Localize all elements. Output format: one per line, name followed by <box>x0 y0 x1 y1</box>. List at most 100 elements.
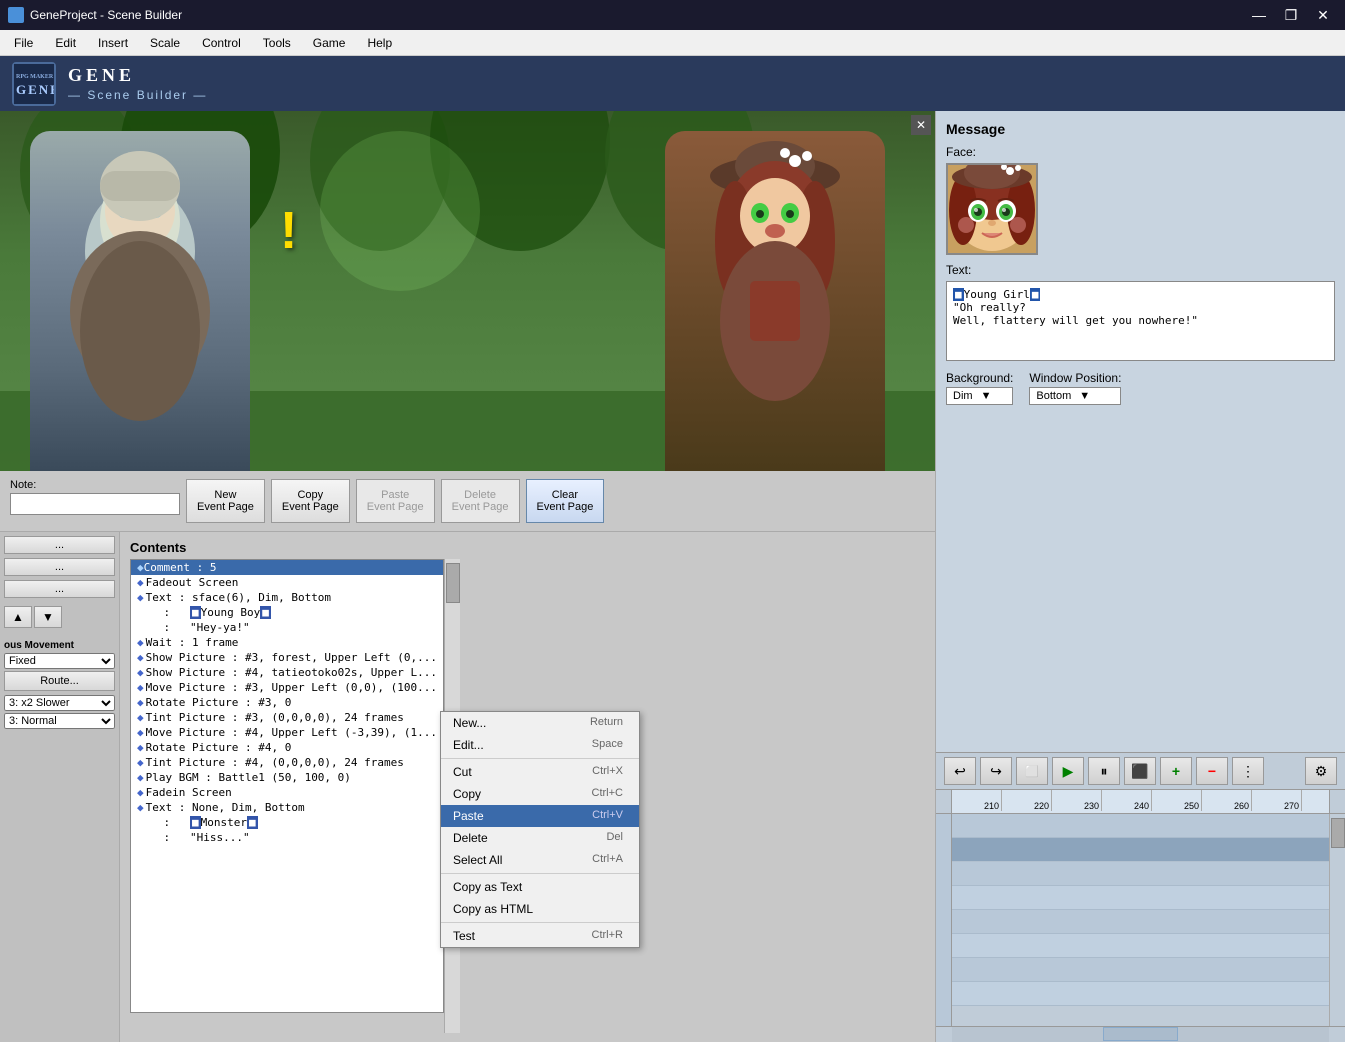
paste-event-page-button[interactable]: Paste Event Page <box>356 479 435 523</box>
note-input[interactable] <box>10 493 180 515</box>
preview-area: ! <box>0 111 935 471</box>
ctx-separator-1 <box>441 758 639 759</box>
close-button[interactable]: ✕ <box>1309 5 1337 25</box>
undo-button[interactable]: ↩ <box>944 757 976 785</box>
svg-text:GENE: GENE <box>16 82 54 97</box>
menu-control[interactable]: Control <box>192 33 251 53</box>
text-label: Text: <box>946 263 1335 277</box>
list-item[interactable]: : ■Monster■ <box>131 815 443 830</box>
message-title: Message <box>946 121 1335 137</box>
stop-button[interactable]: ⬛ <box>1124 757 1156 785</box>
pause-button[interactable]: ⏸ <box>1088 757 1120 785</box>
list-item[interactable]: ◆Move Picture : #3, Upper Left (0,0), (1… <box>131 680 443 695</box>
list-item[interactable]: ◆Show Picture : #3, forest, Upper Left (… <box>131 650 443 665</box>
ruler-mark: 220 <box>1002 790 1052 811</box>
remove-track-button[interactable]: − <box>1196 757 1228 785</box>
list-item[interactable]: ◆Rotate Picture : #3, 0 <box>131 695 443 710</box>
list-item[interactable]: : "Hey-ya!" <box>131 620 443 635</box>
more-button[interactable]: ⋮ <box>1232 757 1264 785</box>
ruler-mark: 260 <box>1202 790 1252 811</box>
background-value: Dim <box>953 390 973 402</box>
menu-insert[interactable]: Insert <box>88 33 138 53</box>
text-content: ■Young Girl■ "Oh really? Well, flattery … <box>946 281 1335 361</box>
list-item[interactable]: ◆Rotate Picture : #4, 0 <box>131 740 443 755</box>
window-position-select[interactable]: Bottom ▼ <box>1029 387 1121 405</box>
list-item[interactable]: ◆Tint Picture : #4, (0,0,0,0), 24 frames <box>131 755 443 770</box>
note-label: Note: <box>10 479 180 491</box>
timeline-track <box>952 814 1329 838</box>
ruler-scrollbar-corner <box>1329 790 1345 814</box>
timeline-settings-button[interactable]: ⚙ <box>1305 757 1337 785</box>
new-event-page-button[interactable]: New Event Page <box>186 479 265 523</box>
arrow-down-button[interactable]: ▼ <box>34 606 62 628</box>
timeline-track <box>952 934 1329 958</box>
timeline-ruler-area: 210 220 230 240 250 260 270 280 290 300 … <box>936 790 1345 814</box>
ctx-new[interactable]: New... Return <box>441 712 639 734</box>
contents-list[interactable]: ◆Comment : 5 ◆Fadeout Screen ◆Text : sfa… <box>130 559 444 1013</box>
background-select[interactable]: Dim ▼ <box>946 387 1013 405</box>
ctx-delete[interactable]: Delete Del <box>441 827 639 849</box>
ellipsis-btn-3[interactable]: ... <box>4 580 115 598</box>
ctx-select-all[interactable]: Select All Ctrl+A <box>441 849 639 871</box>
app-icon <box>8 7 24 23</box>
timeline-scrollbar-thumb <box>1331 818 1345 848</box>
menu-game[interactable]: Game <box>303 33 356 53</box>
list-item[interactable]: ◆Play BGM : Battle1 (50, 100, 0) <box>131 770 443 785</box>
timeline-scrollbar-v[interactable] <box>1329 814 1345 1026</box>
gene-subtitle: — Scene Builder — <box>68 88 207 102</box>
list-item[interactable]: ◆Text : sface(6), Dim, Bottom <box>131 590 443 605</box>
speed-select[interactable]: 3: x2 Slower 4: Normal 5: x2 Faster <box>4 695 115 711</box>
clear-event-page-button[interactable]: Clear Event Page <box>526 479 605 523</box>
menu-help[interactable]: Help <box>357 33 402 53</box>
minimize-button[interactable]: — <box>1245 5 1273 25</box>
left-panel: ! <box>0 111 935 1042</box>
list-item[interactable]: : ■Young Boy■ <box>131 605 443 620</box>
ellipsis-btn-2[interactable]: ... <box>4 558 115 576</box>
ctx-copy[interactable]: Copy Ctrl+C <box>441 783 639 805</box>
frequency-select[interactable]: 3: Normal 1: Lowest 5: Highest <box>4 713 115 729</box>
ctx-copy-text[interactable]: Copy as Text <box>441 876 639 898</box>
menu-file[interactable]: File <box>4 33 43 53</box>
list-item[interactable]: ◆Wait : 1 frame <box>131 635 443 650</box>
face-image[interactable] <box>946 163 1038 255</box>
background-section: Background: Dim ▼ <box>946 371 1013 405</box>
timeline-track <box>952 886 1329 910</box>
ruler-mark: 270 <box>1252 790 1302 811</box>
arrow-up-button[interactable]: ▲ <box>4 606 32 628</box>
contents-header: Contents <box>130 540 925 555</box>
movement-type-select[interactable]: Fixed Random Approach Custom <box>4 653 115 669</box>
list-item[interactable]: ◆Tint Picture : #3, (0,0,0,0), 24 frames <box>131 710 443 725</box>
copy-event-page-button[interactable]: Copy Event Page <box>271 479 350 523</box>
scene-background: ! <box>0 111 935 471</box>
list-item[interactable]: ◆Fadein Screen <box>131 785 443 800</box>
redo-button[interactable]: ↪ <box>980 757 1012 785</box>
menu-edit[interactable]: Edit <box>45 33 86 53</box>
list-item[interactable]: ◆Move Picture : #4, Upper Left (-3,39), … <box>131 725 443 740</box>
copy-track-button[interactable]: ⬜ <box>1016 757 1048 785</box>
ctx-paste[interactable]: Paste Ctrl+V <box>441 805 639 827</box>
play-button[interactable]: ▶ <box>1052 757 1084 785</box>
delete-event-page-button[interactable]: Delete Event Page <box>441 479 520 523</box>
ruler-mark: 230 <box>1052 790 1102 811</box>
list-item[interactable]: : "Hiss..." <box>131 830 443 845</box>
menu-scale[interactable]: Scale <box>140 33 190 53</box>
ctx-cut[interactable]: Cut Ctrl+X <box>441 761 639 783</box>
ctx-edit[interactable]: Edit... Space <box>441 734 639 756</box>
list-item[interactable]: ◆Comment : 5 <box>131 560 443 575</box>
ruler-mark: 240 <box>1102 790 1152 811</box>
menu-tools[interactable]: Tools <box>253 33 301 53</box>
maximize-button[interactable]: ❐ <box>1277 5 1305 25</box>
add-track-button[interactable]: + <box>1160 757 1192 785</box>
list-item[interactable]: ◆Show Picture : #4, tatieotoko02s, Upper… <box>131 665 443 680</box>
note-section: Note: <box>10 479 180 515</box>
ctx-test[interactable]: Test Ctrl+R <box>441 925 639 947</box>
timeline-tracks[interactable] <box>952 814 1329 1026</box>
list-item[interactable]: ◆Text : None, Dim, Bottom <box>131 800 443 815</box>
ellipsis-btn-1[interactable]: ... <box>4 536 115 554</box>
close-preview-button[interactable]: ✕ <box>911 115 931 135</box>
ctx-copy-html[interactable]: Copy as HTML <box>441 898 639 920</box>
route-button[interactable]: Route... <box>4 671 115 691</box>
list-item[interactable]: ◆Fadeout Screen <box>131 575 443 590</box>
timeline-scrollbar-h[interactable] <box>936 1026 1345 1042</box>
timeline-ruler: 210 220 230 240 250 260 270 280 290 300 … <box>952 790 1329 814</box>
